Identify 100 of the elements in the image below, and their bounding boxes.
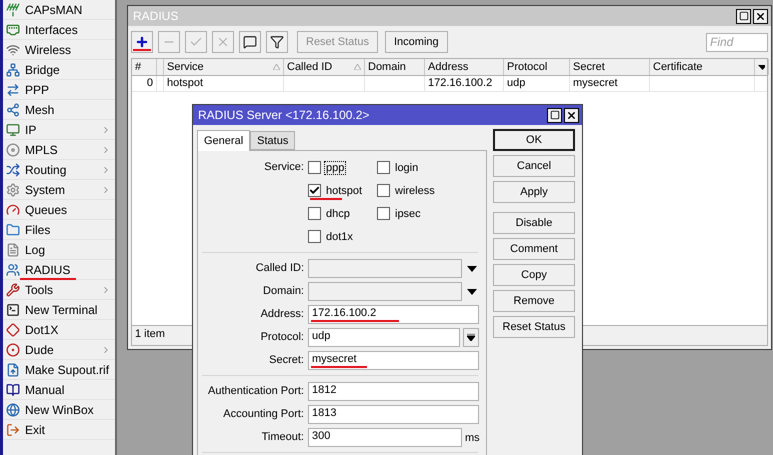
circle-dot-icon [6,342,20,356]
note-icon [243,35,257,49]
input-field[interactable]: 300 [308,428,462,447]
column-header[interactable]: Called ID [284,59,365,75]
checkbox-option[interactable]: ipsec [377,204,467,223]
menu-item[interactable]: Files [3,220,115,240]
checkbox-label[interactable]: ipsec [393,206,423,220]
close-button[interactable] [753,8,768,24]
menu-item[interactable]: Wireless [3,40,115,60]
column-header[interactable]: # [132,59,157,75]
column-header[interactable]: Certificate [650,59,755,75]
annotation-underline [133,49,151,51]
network-port-icon [6,22,20,36]
menu-item[interactable]: IP [3,120,115,140]
menu-item[interactable]: New Terminal [3,300,115,320]
checkbox[interactable] [308,207,321,220]
table-cell: udp [504,76,570,91]
checkbox-option[interactable]: ppp [308,158,377,177]
checkbox-option[interactable]: login [377,158,467,177]
column-header[interactable]: Secret [570,59,650,75]
table-cell: 0 [132,76,157,91]
input-field[interactable]: udp [308,328,460,347]
menu-item[interactable]: Dude [3,340,115,360]
dialog-button[interactable]: OK [493,129,575,151]
menu-item[interactable]: PPP [3,80,115,100]
menu-item[interactable]: New WinBox [3,400,115,420]
menu-item[interactable]: Routing [3,160,115,180]
checkbox-label[interactable]: dot1x [324,230,355,244]
share-icon [6,102,20,116]
checkbox[interactable] [377,207,390,220]
menu-item[interactable]: Exit [3,420,115,440]
check-icon [309,185,320,196]
monitor-icon [6,122,20,136]
menu-item[interactable]: Manual [3,380,115,400]
menu-item[interactable]: RADIUS [3,260,115,280]
dialog-button[interactable]: Remove [493,290,575,312]
filter-button[interactable] [266,31,288,53]
checkbox[interactable] [377,184,390,197]
sort-icon [354,64,361,70]
input-field[interactable] [308,282,462,301]
checkbox-option[interactable]: hotspot [308,181,377,200]
menu-item[interactable]: Tools [3,280,115,300]
dialog-titlebar: RADIUS Server <172.16.100.2> [193,105,582,125]
menu-item[interactable]: Bridge [3,60,115,80]
menu-item[interactable]: Mesh [3,100,115,120]
input-field[interactable]: 1813 [308,405,479,424]
checkbox[interactable] [377,161,390,174]
menu-item[interactable]: CAPsMAN [3,0,115,20]
menu-item[interactable]: MPLS [3,140,115,160]
checkbox[interactable] [308,184,321,197]
gauge-icon [6,202,20,216]
caret-icon [467,266,477,272]
menu-item[interactable]: Dot1X [3,320,115,340]
checkbox-option[interactable]: dhcp [308,204,377,223]
tab[interactable]: General [197,130,250,151]
tab[interactable]: Status [250,131,296,150]
dialog-button[interactable]: Cancel [493,155,575,177]
field-label: Secret: [268,353,304,368]
field-label: Domain: [262,284,304,299]
dialog-button[interactable]: Reset Status [493,316,575,338]
checkbox[interactable] [308,230,321,243]
checkbox-option[interactable]: wireless [377,181,467,200]
checkbox-label[interactable]: hotspot [324,184,364,198]
menu-item[interactable]: System [3,180,115,200]
menu-item[interactable]: Interfaces [3,20,115,40]
checkbox[interactable] [308,161,321,174]
dialog-button[interactable]: Comment [493,238,575,260]
columns-menu-button[interactable] [755,59,769,75]
comment-button[interactable] [239,31,261,53]
menu-item[interactable]: Make Supout.rif [3,360,115,380]
checkbox-label[interactable]: login [393,160,420,174]
menu-item[interactable]: Log [3,240,115,260]
checkbox-option[interactable]: dot1x [308,227,377,246]
column-header[interactable]: Domain [365,59,425,75]
checkbox-label[interactable]: dhcp [324,206,352,220]
exit-icon [6,422,20,436]
add-button[interactable] [131,31,153,53]
antenna-icon [6,2,20,16]
input-field[interactable]: 172.16.100.2 [308,305,479,324]
dialog-button[interactable]: Apply [493,181,575,203]
add-icon [135,35,149,49]
dialog-button[interactable]: Disable [493,212,575,234]
checkbox-label[interactable]: wireless [393,184,437,198]
menu-item[interactable]: Queues [3,200,115,220]
table-cell: 172.16.100.2 [425,76,504,91]
input-field[interactable] [308,259,462,278]
column-header[interactable]: Address [425,59,504,75]
filter-icon [270,35,284,49]
column-header[interactable]: Protocol [504,59,570,75]
maximize-button[interactable] [547,108,562,122]
toolbar-button[interactable]: Incoming [384,31,448,53]
input-field[interactable]: 1812 [308,382,479,401]
close-button[interactable] [564,108,579,122]
close-icon [566,110,577,120]
input-field[interactable]: mysecret [308,351,479,370]
maximize-button[interactable] [736,8,751,24]
dropdown-button[interactable] [463,328,479,347]
column-header[interactable]: Service [164,59,284,75]
checkbox-label[interactable]: ppp [324,160,346,174]
dialog-button[interactable]: Copy [493,264,575,286]
